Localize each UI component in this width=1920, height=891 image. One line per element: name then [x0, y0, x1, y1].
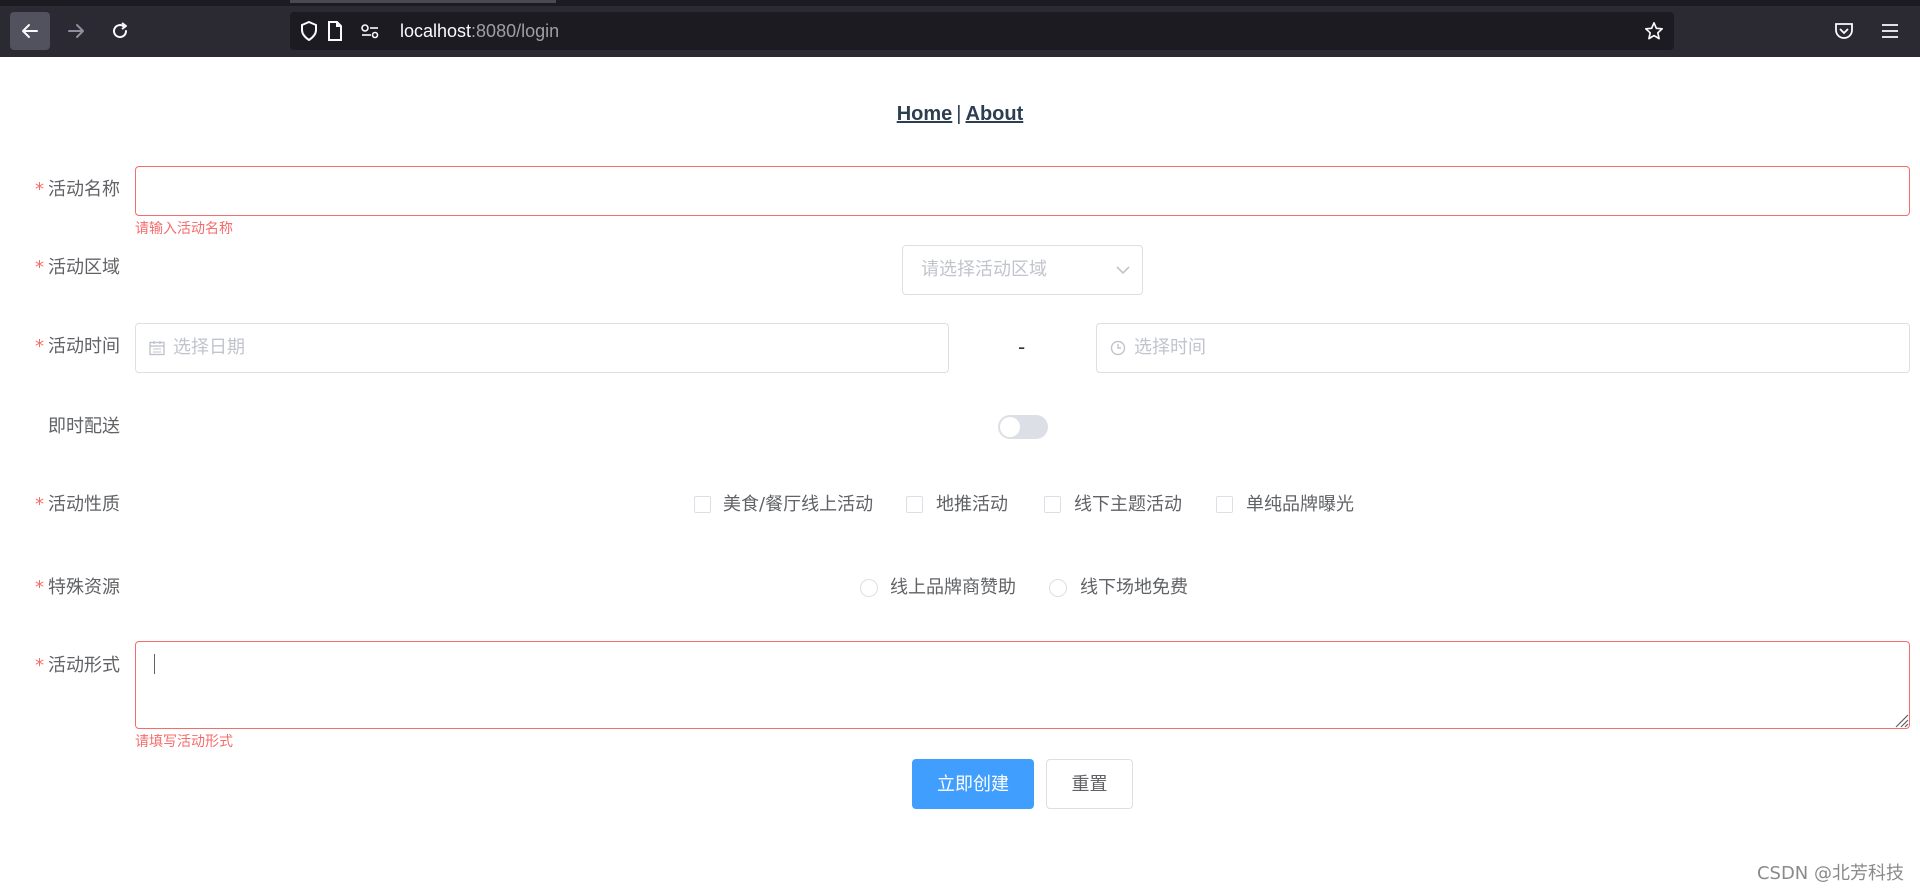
top-nav: Home | About [0, 103, 1920, 126]
label-activity-type: * 活动性质 [0, 494, 122, 516]
activity-form-error: 请填写活动形式 [135, 734, 233, 750]
required-mark: * [35, 179, 44, 200]
checkbox-type-1[interactable] [694, 496, 711, 513]
region-placeholder: 请选择活动区域 [921, 259, 1047, 280]
nav-link-home[interactable]: Home [897, 103, 953, 125]
required-mark: * [35, 655, 44, 676]
activity-name-input[interactable] [135, 166, 1910, 216]
label-text: 活动名称 [48, 179, 120, 200]
forward-button[interactable] [56, 12, 96, 50]
create-button[interactable]: 立即创建 [912, 759, 1034, 809]
reload-button[interactable] [100, 12, 140, 50]
checkbox-label-3[interactable]: 线下主题活动 [1074, 494, 1182, 516]
time-picker-input[interactable]: 选择时间 [1096, 323, 1910, 373]
date-placeholder: 选择日期 [173, 337, 245, 358]
url-text[interactable]: localhost:8080/login [400, 21, 559, 41]
label-activity-time: * 活动时间 [0, 336, 122, 358]
activity-form-textarea[interactable] [135, 641, 1910, 729]
address-bar[interactable]: localhost:8080/login [290, 12, 1674, 50]
url-host: localhost [400, 21, 472, 41]
clock-icon [1110, 340, 1126, 356]
required-mark: * [35, 257, 44, 278]
switch-knob [1000, 417, 1020, 437]
required-mark: * [35, 336, 44, 357]
browser-toolbar: localhost:8080/login [0, 0, 1920, 57]
label-text: 活动时间 [48, 336, 120, 357]
checkbox-label-2[interactable]: 地推活动 [936, 494, 1008, 516]
required-mark: * [35, 577, 44, 598]
text-cursor [154, 654, 155, 674]
label-text: 活动区域 [48, 257, 120, 278]
hamburger-menu-icon[interactable] [1878, 19, 1902, 43]
checkbox-type-3[interactable] [1044, 496, 1061, 513]
checkbox-label-4[interactable]: 单纯品牌曝光 [1246, 494, 1354, 516]
required-mark: * [35, 494, 44, 515]
reset-button[interactable]: 重置 [1046, 759, 1133, 809]
label-text: 即时配送 [48, 416, 120, 437]
label-activity-form: * 活动形式 [0, 655, 122, 677]
date-picker-input[interactable]: 选择日期 [135, 323, 949, 373]
label-activity-region: * 活动区域 [0, 257, 122, 279]
checkbox-type-4[interactable] [1216, 496, 1233, 513]
chevron-down-icon [1116, 266, 1130, 275]
time-range-separator: - [1018, 335, 1026, 359]
checkbox-type-2[interactable] [906, 496, 923, 513]
nav-link-about[interactable]: About [966, 103, 1024, 125]
label-special-resource: * 特殊资源 [0, 577, 122, 599]
reload-icon [113, 22, 128, 39]
label-text: 活动形式 [48, 655, 120, 676]
radio-resource-1[interactable] [860, 579, 878, 597]
resize-grip-icon[interactable] [1891, 710, 1909, 728]
pocket-icon[interactable] [1832, 19, 1856, 43]
label-text: 活动性质 [48, 494, 120, 515]
label-activity-name: * 活动名称 [0, 179, 122, 201]
activity-region-select[interactable]: 请选择活动区域 [902, 245, 1143, 295]
radio-label-2[interactable]: 线下场地免费 [1080, 577, 1188, 599]
shield-icon[interactable] [299, 21, 319, 41]
bookmark-star-icon[interactable] [1644, 21, 1664, 41]
permissions-icon[interactable] [360, 21, 380, 41]
checkbox-label-1[interactable]: 美食/餐厅线上活动 [723, 494, 873, 516]
forward-arrow-icon [68, 24, 84, 38]
page-icon[interactable] [325, 21, 345, 41]
activity-name-error: 请输入活动名称 [135, 221, 233, 237]
tab-strip [0, 0, 1920, 6]
instant-delivery-switch[interactable] [998, 415, 1048, 439]
label-instant-delivery: 即时配送 [0, 416, 122, 438]
url-path: :8080/login [471, 21, 560, 41]
time-placeholder: 选择时间 [1134, 337, 1206, 358]
calendar-icon [149, 341, 165, 356]
back-arrow-icon [22, 24, 38, 38]
nav-separator: | [956, 103, 962, 125]
radio-label-1[interactable]: 线上品牌商赞助 [890, 577, 1016, 599]
csdn-watermark: CSDN @北芳科技 [1756, 863, 1904, 884]
page-content: Home | About * 活动名称 请输入活动名称 * 活动区域 请选择活动区域 *… [0, 57, 1920, 891]
active-tab-indicator [290, 0, 556, 3]
radio-resource-2[interactable] [1049, 579, 1067, 597]
back-button[interactable] [10, 12, 50, 50]
label-text: 特殊资源 [48, 577, 120, 598]
